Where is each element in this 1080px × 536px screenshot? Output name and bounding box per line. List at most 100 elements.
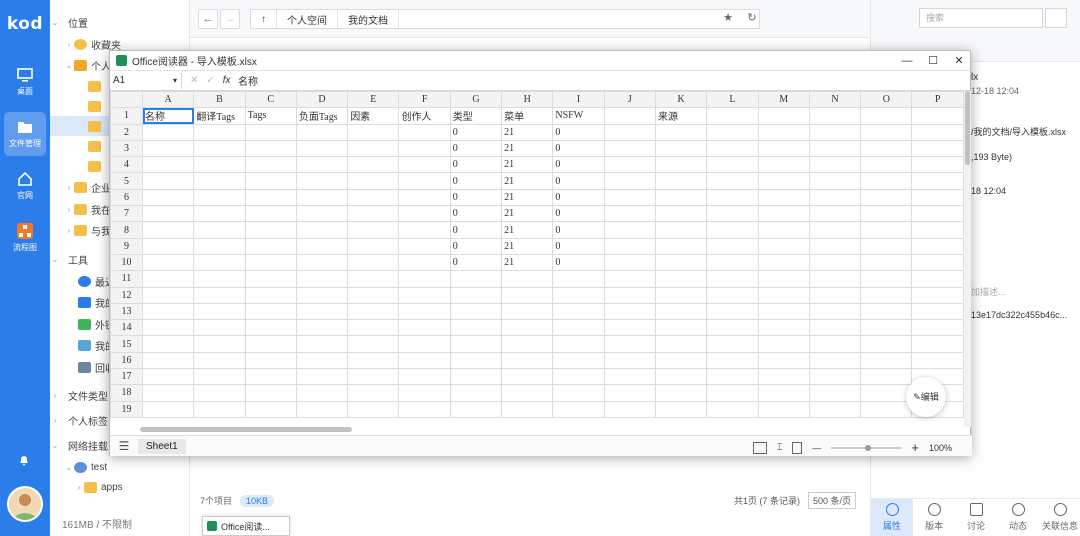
column-header[interactable]: P: [911, 91, 964, 109]
cell[interactable]: [860, 123, 913, 141]
cell[interactable]: [295, 270, 349, 288]
cell[interactable]: [295, 319, 349, 337]
column-header[interactable]: C: [244, 91, 297, 109]
cell[interactable]: [552, 351, 605, 370]
cell[interactable]: [193, 286, 246, 304]
cell[interactable]: [552, 319, 605, 337]
cell[interactable]: [347, 172, 400, 190]
row-header[interactable]: 1: [110, 107, 143, 125]
cell[interactable]: [603, 400, 656, 418]
column-header[interactable]: F: [398, 91, 451, 109]
row-header[interactable]: 10: [110, 253, 143, 272]
cell[interactable]: [706, 156, 759, 174]
cell[interactable]: [706, 335, 759, 353]
cell[interactable]: 类型: [449, 107, 503, 125]
cell[interactable]: [808, 270, 862, 288]
cell[interactable]: [244, 286, 297, 304]
cell[interactable]: [911, 188, 964, 207]
cell[interactable]: [911, 205, 964, 223]
zoom-out-button[interactable]: —: [812, 443, 821, 453]
cell[interactable]: [860, 156, 913, 174]
cell[interactable]: [603, 172, 656, 190]
cell[interactable]: [295, 302, 349, 321]
star-icon[interactable]: ★: [718, 9, 738, 29]
menu-icon[interactable]: ☰: [110, 439, 138, 453]
cell[interactable]: 0: [449, 123, 503, 141]
cell[interactable]: [603, 237, 656, 255]
cell[interactable]: [603, 319, 656, 337]
cell[interactable]: [398, 270, 451, 288]
cell[interactable]: [860, 139, 913, 158]
column-header[interactable]: I: [552, 91, 605, 109]
cell[interactable]: [295, 139, 349, 158]
cell[interactable]: [706, 384, 759, 402]
cell[interactable]: [398, 156, 451, 174]
cell[interactable]: [347, 302, 400, 321]
cell[interactable]: [654, 384, 708, 402]
column-header[interactable]: D: [295, 91, 349, 109]
cell[interactable]: [398, 205, 451, 223]
cell[interactable]: [654, 302, 708, 321]
page-layout-icon[interactable]: [792, 441, 803, 454]
cell[interactable]: 0: [552, 205, 605, 223]
column-header[interactable]: E: [347, 91, 400, 109]
scroll-thumb[interactable]: [965, 91, 970, 165]
cell[interactable]: [347, 253, 400, 272]
cell[interactable]: [860, 400, 913, 418]
cell[interactable]: [808, 384, 862, 402]
cell[interactable]: [808, 400, 862, 418]
cell[interactable]: [860, 188, 913, 207]
cell[interactable]: [757, 205, 810, 223]
cell[interactable]: 0: [552, 123, 605, 141]
cell[interactable]: 负面Tags: [295, 107, 349, 125]
cell[interactable]: [860, 368, 913, 386]
cell[interactable]: [295, 237, 349, 255]
sheet-table[interactable]: ABCDEFGHIJKLMNOP 1 名称 翻译Tags Tags 负面Tags 因素 创作…: [110, 91, 964, 418]
cell[interactable]: [860, 172, 913, 190]
cell[interactable]: [347, 221, 400, 239]
cell[interactable]: [552, 384, 605, 402]
grid-view-icon[interactable]: [752, 441, 767, 454]
cell[interactable]: [193, 237, 246, 255]
row-header[interactable]: 13: [110, 302, 143, 321]
cell[interactable]: 0: [552, 237, 605, 255]
cell[interactable]: [757, 384, 810, 402]
cell[interactable]: [449, 384, 503, 402]
cell[interactable]: 21: [501, 237, 554, 255]
cell[interactable]: 来源: [654, 107, 708, 125]
cell[interactable]: [552, 286, 605, 304]
cell[interactable]: 0: [449, 139, 503, 158]
cell[interactable]: [603, 335, 656, 353]
cell[interactable]: [141, 368, 195, 386]
cell[interactable]: [449, 286, 503, 304]
cell[interactable]: [706, 368, 759, 386]
cell[interactable]: [398, 221, 451, 239]
cell[interactable]: [193, 188, 246, 207]
tab-related[interactable]: 关联信息: [1039, 499, 1080, 536]
minimize-button[interactable]: —: [898, 54, 916, 68]
per-page-select[interactable]: 500 条/页: [807, 492, 856, 509]
cell[interactable]: [654, 351, 708, 370]
cell[interactable]: [706, 139, 759, 158]
cell[interactable]: [141, 221, 195, 239]
zoom-in-button[interactable]: +: [911, 440, 919, 455]
cell[interactable]: [244, 319, 297, 337]
cell[interactable]: [757, 351, 810, 370]
cell[interactable]: [757, 221, 810, 239]
cell[interactable]: [347, 156, 400, 174]
formula-input[interactable]: 名称: [234, 73, 258, 88]
cell[interactable]: [552, 335, 605, 353]
cell[interactable]: [808, 156, 862, 174]
cell[interactable]: [808, 123, 862, 141]
cell[interactable]: [244, 205, 297, 223]
cell[interactable]: [244, 188, 297, 207]
cell[interactable]: [860, 351, 913, 370]
cell[interactable]: [347, 237, 400, 255]
cell[interactable]: [808, 172, 862, 190]
cell[interactable]: [757, 237, 810, 255]
column-header[interactable]: O: [860, 91, 913, 109]
cell[interactable]: [347, 139, 400, 158]
cell[interactable]: 0: [552, 221, 605, 239]
cell[interactable]: [860, 221, 913, 239]
cell[interactable]: 0: [449, 205, 503, 223]
